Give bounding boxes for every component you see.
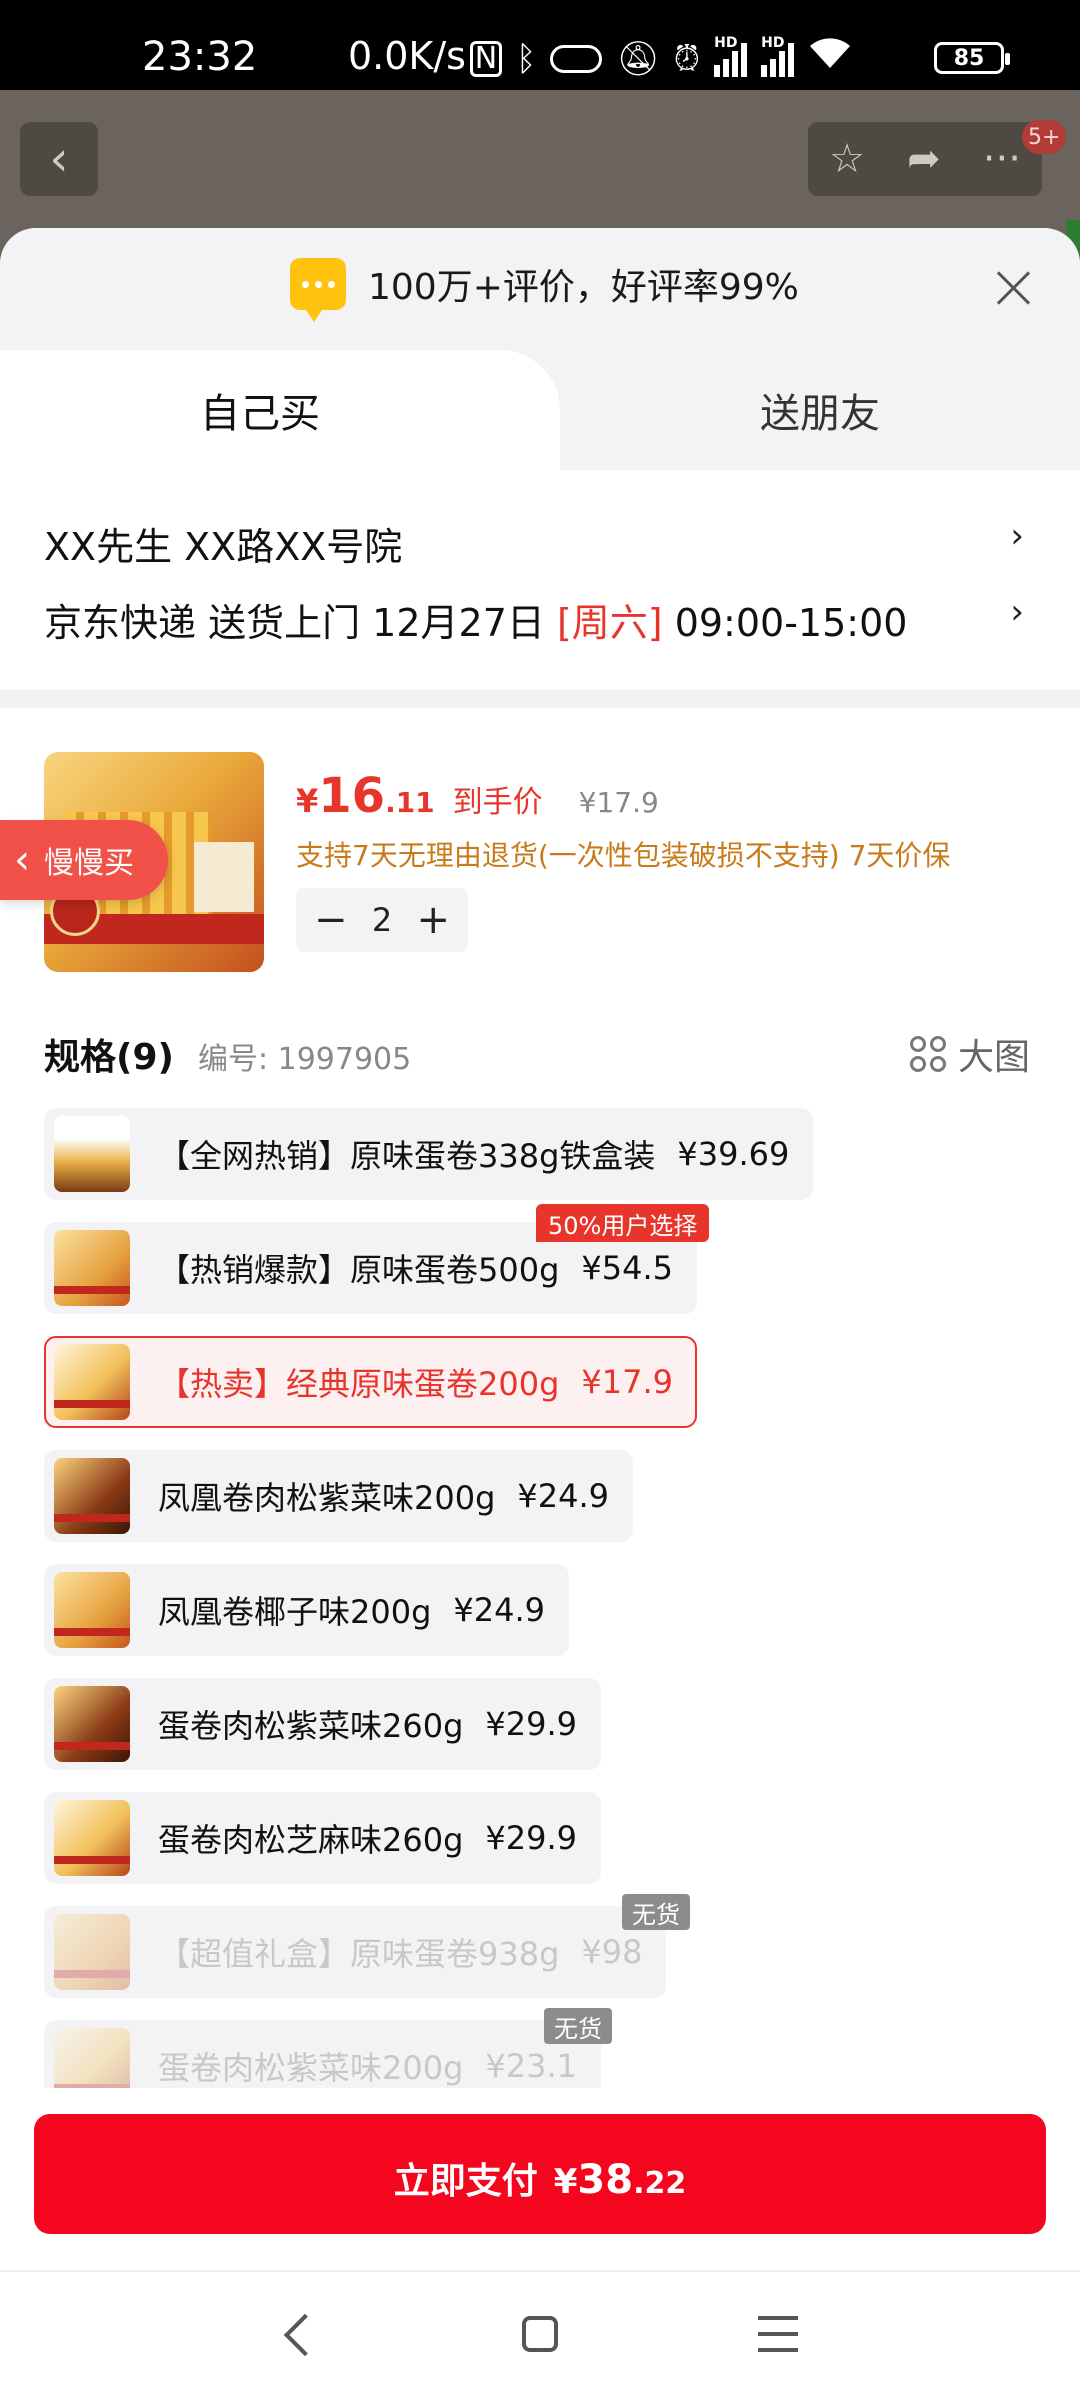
review-text: 100万+评价，好评率99%	[368, 267, 799, 308]
slow-buy-button[interactable]: ‹ 慢慢买	[0, 820, 168, 900]
more-icon[interactable]: ···	[983, 136, 1021, 182]
share-icon[interactable]: ➦	[907, 136, 941, 182]
spec-option[interactable]: 凤凰卷肉松紫菜味200g ¥24.9	[44, 1450, 634, 1542]
vibrate-icon	[550, 44, 603, 73]
spec-thumbnail	[54, 1344, 130, 1420]
final-price: 16	[318, 768, 386, 824]
status-bar: 23:32 0.0K/s N ᛒ 🔕︎ ⏰︎ HD HD 85	[0, 0, 1080, 90]
spec-option-out-of-stock[interactable]: 【超值礼盒】原味蛋卷938g ¥98	[44, 1906, 667, 1998]
delivery-day: [周六]	[556, 601, 663, 645]
mute-icon: 🔕︎	[616, 38, 660, 79]
popular-badge: 50%用户选择	[536, 1204, 710, 1242]
review-banner: 100万+评价，好评率99%	[0, 228, 1080, 352]
spec-option[interactable]: 凤凰卷椰子味200g ¥24.9	[44, 1564, 570, 1656]
signal-1-icon: HD	[714, 35, 748, 77]
chevron-right-icon[interactable]: ›	[1010, 592, 1024, 632]
wifi-icon	[808, 36, 852, 81]
status-time: 23:32	[142, 34, 258, 80]
buy-tabs: 自己买 送朋友	[0, 350, 1080, 470]
tab-buy-self[interactable]: 自己买	[0, 350, 560, 470]
star-icon[interactable]: ☆	[829, 136, 865, 182]
spec-option[interactable]: 蛋卷肉松芝麻味260g ¥29.9	[44, 1792, 602, 1884]
nav-menu-icon[interactable]	[758, 2316, 798, 2352]
battery-icon: 85	[934, 42, 1010, 74]
message-badge: 5+	[1022, 120, 1067, 154]
chat-bubble-icon	[290, 258, 346, 322]
decrease-button[interactable]: −	[314, 900, 348, 940]
out-of-stock-badge: 无货	[544, 2008, 612, 2044]
spec-header: 规格(9) 编号: 1997905	[44, 1028, 411, 1080]
tab-gift-friend[interactable]: 送朋友	[640, 350, 1000, 470]
nfc-icon: N	[470, 40, 502, 77]
back-arrow-icon[interactable]: ‹	[20, 122, 98, 196]
spec-option-out-of-stock[interactable]: 蛋卷肉松紫菜味200g ¥23.1	[44, 2020, 602, 2098]
chevron-right-icon[interactable]: ›	[1010, 516, 1024, 556]
spec-option-selected[interactable]: 【热卖】经典原味蛋卷200g ¥17.9	[44, 1336, 698, 1428]
nav-home-icon[interactable]	[522, 2316, 558, 2352]
nav-back-icon[interactable]	[283, 2313, 327, 2357]
quantity-value[interactable]: 2	[372, 901, 392, 939]
big-picture-toggle[interactable]: 大图	[910, 1028, 1030, 1080]
close-icon[interactable]	[994, 268, 1034, 308]
bluetooth-icon: ᛒ	[516, 38, 537, 79]
section-divider	[0, 690, 1080, 708]
spec-thumbnail	[54, 1572, 130, 1648]
spec-thumbnail	[54, 1800, 130, 1876]
spec-thumbnail	[54, 1914, 130, 1990]
price-row: ¥ 16 .11 到手价 ¥17.9	[296, 768, 659, 824]
spec-thumbnail	[54, 1686, 130, 1762]
grid-icon	[910, 1036, 946, 1072]
spec-title: 规格(9)	[44, 1037, 174, 1078]
spec-thumbnail	[54, 1116, 130, 1192]
product-code: 编号: 1997905	[197, 1042, 412, 1077]
network-speed: 0.0K/s	[348, 34, 466, 78]
quantity-stepper: − 2 +	[296, 888, 468, 952]
spec-option[interactable]: 蛋卷肉松紫菜味260g ¥29.9	[44, 1678, 602, 1770]
address-line[interactable]: XX先生 XX路XX号院	[44, 516, 402, 571]
signal-2-icon: HD	[761, 35, 795, 77]
final-price-label: 到手价	[452, 785, 543, 820]
service-promise: 支持7天无理由退货(一次性包装破损不支持) 7天价保	[296, 839, 951, 872]
header-actions: ☆ ➦ ···	[808, 122, 1042, 196]
spec-option[interactable]: 【全网热销】原味蛋卷338g铁盒装 ¥39.69	[44, 1108, 814, 1200]
spec-thumbnail	[54, 1230, 130, 1306]
out-of-stock-badge: 无货	[622, 1894, 690, 1930]
system-nav-bar	[0, 2270, 1080, 2400]
status-icons: N ᛒ 🔕︎ ⏰︎ HD HD	[470, 35, 852, 81]
increase-button[interactable]: +	[416, 900, 450, 940]
spec-thumbnail	[54, 1458, 130, 1534]
review-summary: 100万+评价，好评率99%	[290, 258, 799, 322]
delivery-line[interactable]: 京东快递 送货上门 12月27日 [周六] 09:00-15:00	[44, 592, 907, 647]
original-price: ¥17.9	[578, 786, 659, 819]
chevron-left-icon: ‹	[14, 837, 30, 883]
pay-now-button[interactable]: 立即支付 ¥ 38 .22	[34, 2114, 1046, 2234]
purchase-sheet: 100万+评价，好评率99% 自己买 送朋友 XX先生 XX路XX号院 › 京东…	[0, 228, 1080, 2098]
alarm-icon: ⏰︎	[673, 38, 701, 79]
